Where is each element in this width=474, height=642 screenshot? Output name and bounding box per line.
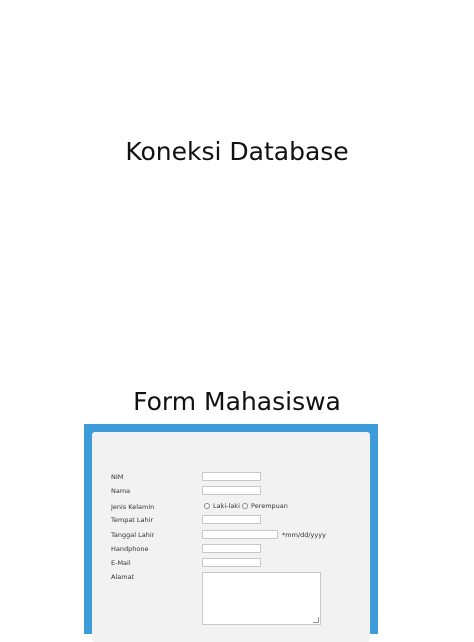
nama-row: Nama (92, 486, 370, 498)
alamat-textarea[interactable] (202, 572, 321, 625)
alamat-row: Alamat (92, 572, 370, 625)
alamat-label: Alamat (111, 573, 135, 581)
resize-grip-icon[interactable] (313, 617, 319, 623)
form-panel: NIM Nama Jenis Kelamin Laki-laki Perempu… (92, 432, 370, 642)
slide-title-form-mahasiswa: Form Mahasiswa (133, 387, 341, 416)
handphone-input[interactable] (202, 544, 261, 553)
email-label: E-Mail (111, 559, 131, 567)
tempat-lahir-label: Tempat Lahir (111, 516, 154, 524)
radio-laki-laki-label: Laki-laki (213, 502, 240, 510)
tanggal-lahir-row: Tanggal Lahir *mm/dd/yyyy (92, 530, 370, 542)
jenis-kelamin-label: Jenis Kelamin (111, 503, 155, 511)
date-format-hint: *mm/dd/yyyy (282, 531, 326, 539)
email-row: E-Mail (92, 558, 370, 570)
email-input[interactable] (202, 558, 261, 567)
radio-perempuan-label: Perempuan (251, 502, 288, 510)
nim-input[interactable] (202, 472, 261, 481)
radio-perempuan[interactable] (242, 503, 248, 509)
form-screenshot-frame: NIM Nama Jenis Kelamin Laki-laki Perempu… (84, 424, 378, 642)
nim-row: NIM (92, 472, 370, 484)
tempat-lahir-row: Tempat Lahir (92, 515, 370, 527)
tanggal-lahir-label: Tanggal Lahir (111, 531, 155, 539)
handphone-label: Handphone (111, 545, 149, 553)
jenis-kelamin-row: Jenis Kelamin Laki-laki Perempuan (92, 502, 370, 514)
slide-title-koneksi-database: Koneksi Database (125, 137, 349, 166)
nama-label: Nama (111, 487, 131, 495)
nim-label: NIM (111, 473, 124, 481)
radio-laki-laki[interactable] (204, 503, 210, 509)
nama-input[interactable] (202, 486, 261, 495)
tempat-lahir-input[interactable] (202, 515, 261, 524)
tanggal-lahir-input[interactable] (202, 530, 278, 539)
handphone-row: Handphone (92, 544, 370, 556)
